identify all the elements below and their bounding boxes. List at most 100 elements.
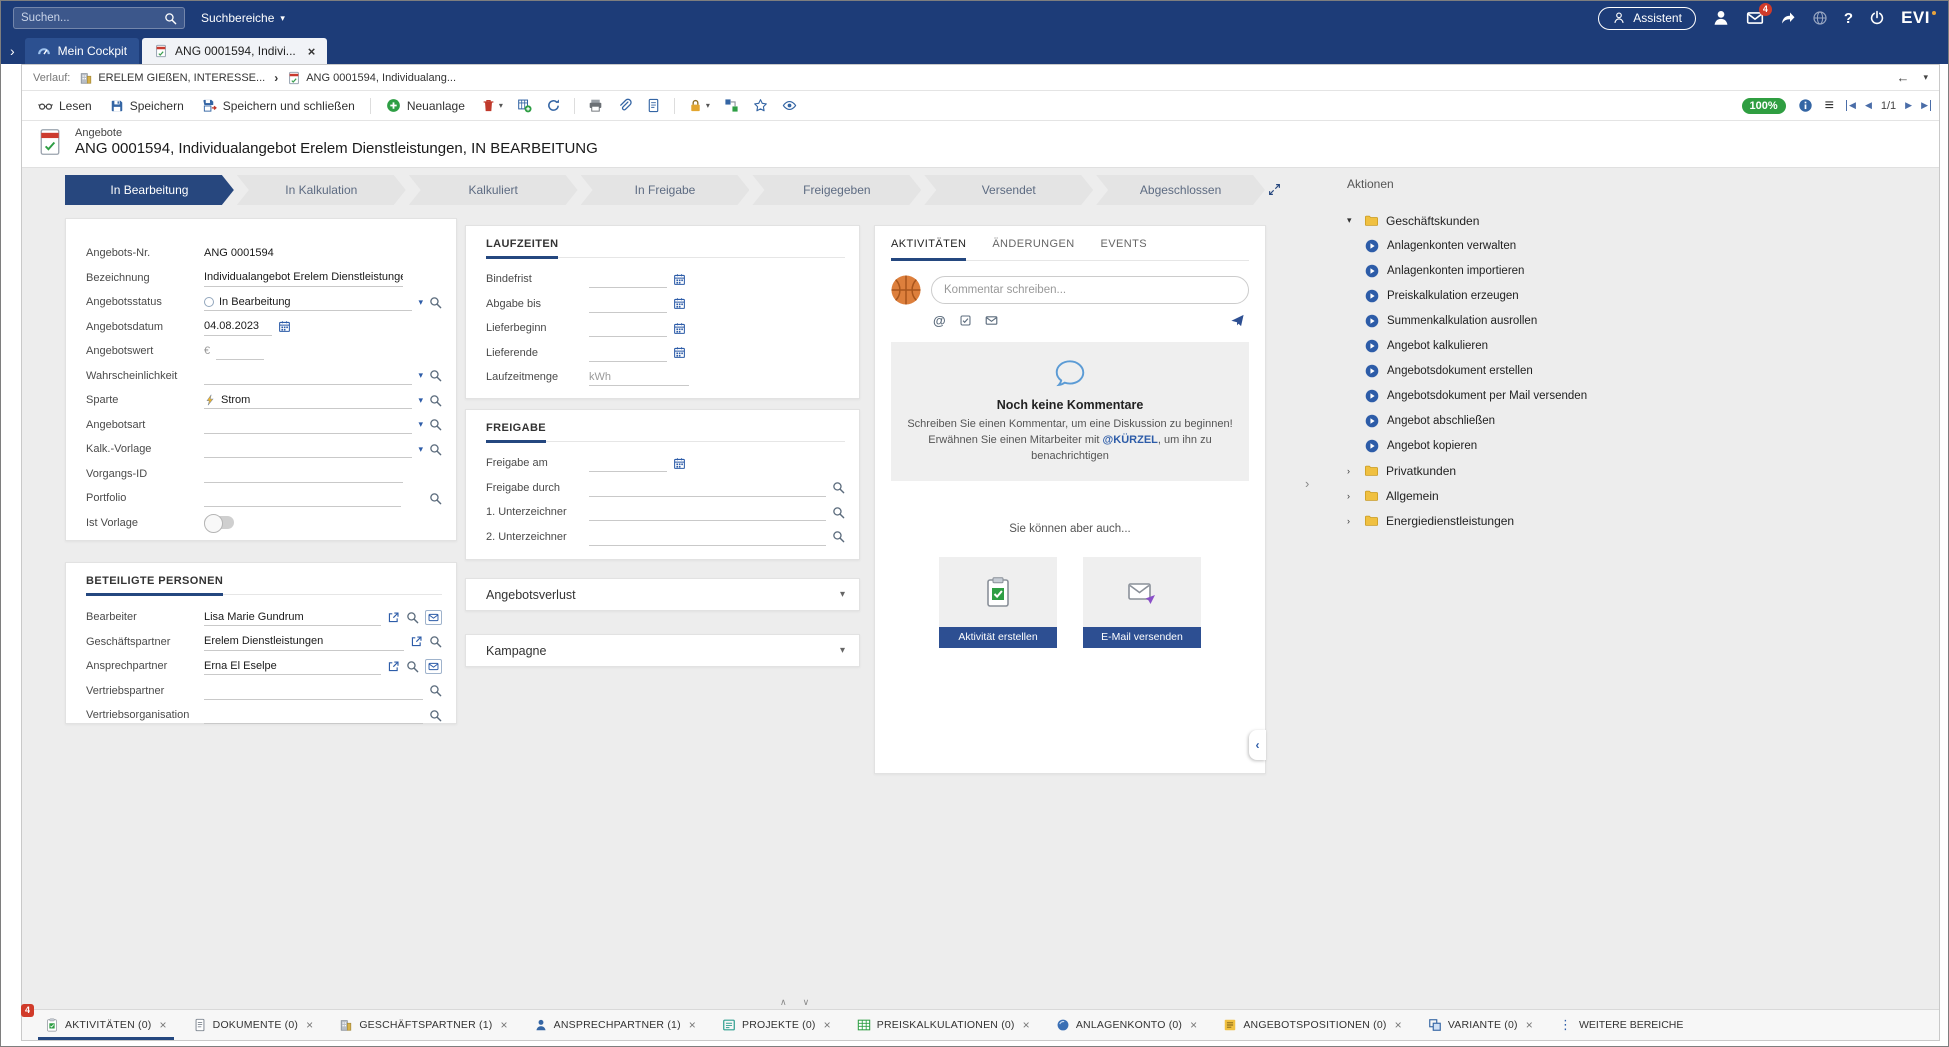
tab-angebot[interactable]: ANG 0001594, Indivi... × [142, 38, 327, 64]
kalk-vorlage-input[interactable] [204, 440, 412, 458]
bearbeiter-input[interactable]: Lisa Marie Gundrum [204, 608, 381, 626]
calendar-icon[interactable] [673, 297, 686, 310]
user-icon[interactable] [1712, 9, 1730, 27]
tab-mein-cockpit[interactable]: Mein Cockpit [25, 38, 139, 64]
vertriebsorganisation-input[interactable] [204, 706, 423, 724]
bezeichnung-input[interactable]: Individualangebot Erelem Dienstleistunge… [204, 269, 403, 287]
lieferbeginn-input[interactable] [589, 319, 667, 337]
ist-vorlage-toggle[interactable] [204, 516, 234, 529]
send-icon[interactable] [1230, 313, 1245, 328]
search-scope-dropdown[interactable]: Suchbereiche ▾ [201, 11, 285, 25]
expand-aktionen-icon[interactable]: › [1305, 476, 1309, 491]
close-icon[interactable]: × [1023, 1018, 1030, 1032]
folder-allgemein[interactable]: › Allgemein [1347, 483, 1929, 508]
action-angebotsdokument-erstellen[interactable]: Angebotsdokument erstellen [1347, 358, 1929, 383]
chevron-down-icon[interactable]: ▾ [418, 370, 423, 381]
action-anlagenkonten-verwalten[interactable]: Anlagenkonten verwalten [1347, 233, 1929, 258]
process-step-in-freigabe[interactable]: In Freigabe [581, 175, 750, 205]
scroll-up-icon[interactable]: ∧ [780, 997, 787, 1008]
chevron-down-icon[interactable]: ▾ [418, 444, 423, 455]
abgabe-bis-input[interactable] [589, 295, 667, 313]
process-step-kalkuliert[interactable]: Kalkuliert [409, 175, 578, 205]
tab-aktivitaeten[interactable]: AKTIVITÄTEN [891, 238, 966, 261]
send-mail-icon[interactable] [425, 659, 442, 674]
global-search[interactable] [13, 7, 185, 29]
send-email-button[interactable]: E-Mail versenden [1083, 627, 1201, 648]
create-activity-card[interactable]: Aktivität erstellen [939, 557, 1057, 648]
close-icon[interactable]: × [824, 1018, 831, 1032]
process-step-in-kalkulation[interactable]: In Kalkulation [237, 175, 406, 205]
folder-geschaeftskunden[interactable]: ▾ Geschäftskunden [1347, 208, 1929, 233]
freigabe-durch-input[interactable] [589, 479, 826, 497]
vorgangs-id-input[interactable] [204, 465, 403, 483]
angebotsart-input[interactable] [204, 416, 412, 434]
action-summenkalkulation-ausrollen[interactable]: Summenkalkulation ausrollen [1347, 308, 1929, 333]
close-icon[interactable]: × [500, 1018, 507, 1032]
open-record-icon[interactable] [387, 611, 400, 624]
bottom-tab-anlagenkonto[interactable]: ANLAGENKONTO (0)× [1043, 1010, 1211, 1040]
close-icon[interactable]: × [1190, 1018, 1197, 1032]
process-step-versendet[interactable]: Versendet [924, 175, 1093, 205]
chevron-down-icon[interactable]: ▾ [418, 395, 423, 406]
angebotsdatum-input[interactable]: 04.08.2023 [204, 318, 272, 336]
help-icon[interactable]: ? [1844, 10, 1853, 27]
assistant-button[interactable]: Assistent [1598, 7, 1696, 30]
sparte-input[interactable]: Strom [204, 391, 412, 409]
bottom-tab-ansprechpartner[interactable]: ANSPRECHPARTNER (1)× [521, 1010, 709, 1040]
bottom-tab-variante[interactable]: VARIANTE (0)× [1415, 1010, 1546, 1040]
search-icon[interactable] [429, 369, 442, 382]
attachment-button[interactable] [611, 94, 638, 118]
bottom-tab-angebotspositionen[interactable]: ANGEBOTSPOSITIONEN (0)× [1210, 1010, 1414, 1040]
search-icon[interactable] [429, 296, 442, 309]
mail-icon[interactable] [985, 314, 998, 327]
print-button[interactable] [582, 94, 609, 118]
calendar-icon[interactable] [673, 322, 686, 335]
scroll-down-icon[interactable]: ∨ [803, 997, 810, 1008]
open-record-icon[interactable] [410, 635, 423, 648]
close-icon[interactable]: × [1395, 1018, 1402, 1032]
action-angebotsdokument-per-mail[interactable]: Angebotsdokument per Mail versenden [1347, 383, 1929, 408]
chevron-down-icon[interactable]: ▾ [1923, 72, 1928, 83]
folder-privatkunden[interactable]: › Privatkunden [1347, 458, 1929, 483]
tab-aenderungen[interactable]: ÄNDERUNGEN [992, 238, 1074, 260]
search-icon[interactable] [406, 660, 419, 673]
section-kampagne[interactable]: Kampagne▾ [465, 634, 860, 667]
favorite-button[interactable] [747, 94, 774, 118]
search-icon[interactable] [406, 611, 419, 624]
vertriebspartner-input[interactable] [204, 682, 423, 700]
lieferende-input[interactable] [589, 344, 667, 362]
zoom-badge[interactable]: 100% [1742, 98, 1786, 114]
history-item-business-partner[interactable]: ERELEM GIEßEN, INTERESSE... [79, 71, 265, 85]
freigabe-am-input[interactable] [589, 454, 667, 472]
history-back-icon[interactable]: ← [1896, 70, 1909, 85]
search-icon[interactable] [429, 635, 442, 648]
collapse-panel-button[interactable]: ‹ [1249, 730, 1266, 760]
close-icon[interactable]: × [159, 1018, 166, 1032]
angebotsstatus-input[interactable]: In Bearbeitung [204, 293, 412, 311]
angebotswert-input[interactable] [216, 342, 264, 360]
search-icon[interactable] [429, 418, 442, 431]
calendar-icon[interactable] [278, 320, 291, 333]
chevron-right-icon[interactable]: › [1347, 491, 1357, 501]
report-button[interactable] [640, 94, 667, 118]
next-record-icon[interactable]: ▶ [1905, 100, 1912, 111]
globe-icon[interactable] [1812, 10, 1828, 26]
search-icon[interactable] [164, 12, 177, 25]
action-anlagenkonten-importieren[interactable]: Anlagenkonten importieren [1347, 258, 1929, 283]
mention-icon[interactable]: @ [933, 313, 946, 328]
chevron-right-icon[interactable]: › [1347, 516, 1357, 526]
send-email-card[interactable]: E-Mail versenden [1083, 557, 1201, 648]
search-icon[interactable] [832, 530, 845, 543]
first-record-icon[interactable]: ◀ [1846, 100, 1856, 111]
geschaeftspartner-input[interactable]: Erelem Dienstleistungen [204, 633, 404, 651]
folder-energiedienstleistungen[interactable]: › Energiedienstleistungen [1347, 508, 1929, 533]
search-input[interactable] [21, 12, 160, 24]
action-angebot-abschliessen[interactable]: Angebot abschließen [1347, 408, 1929, 433]
inbox-icon[interactable]: 4 [1746, 9, 1764, 27]
new-grid-button[interactable] [511, 94, 538, 118]
bottom-tab-dokumente[interactable]: DOKUMENTE (0)× [180, 1010, 327, 1040]
chevron-down-icon[interactable]: ▾ [418, 419, 423, 430]
close-icon[interactable]: × [1526, 1018, 1533, 1032]
open-record-icon[interactable] [387, 660, 400, 673]
calendar-icon[interactable] [673, 457, 686, 470]
